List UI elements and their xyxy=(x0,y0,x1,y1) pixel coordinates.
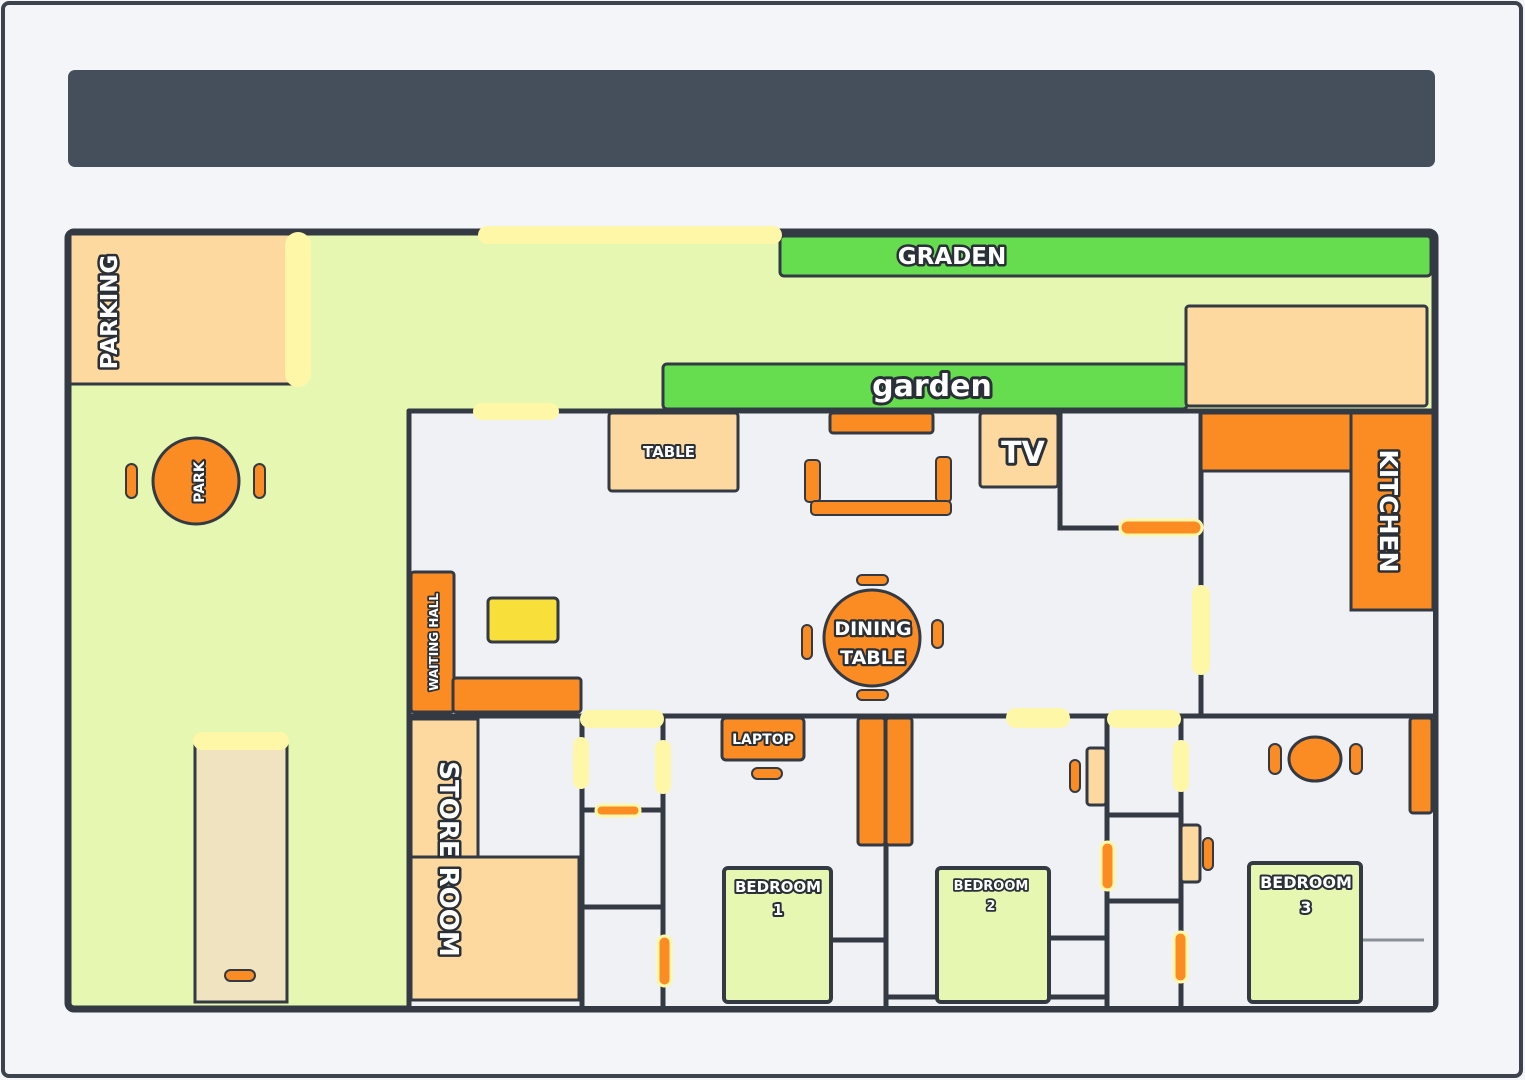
bedroom3-chair-left xyxy=(1268,743,1282,775)
store-room-label: STORE ROOM xyxy=(433,761,463,957)
graden-label: GRADEN xyxy=(898,244,1006,270)
bath-door-left[interactable] xyxy=(573,737,589,789)
dining-chair-bottom xyxy=(856,689,889,701)
driveway xyxy=(193,739,289,1004)
bedroom3-chair-right xyxy=(1349,743,1363,775)
wall-shelf xyxy=(828,411,935,435)
sofa-base xyxy=(810,500,952,516)
wardrobe-right xyxy=(884,716,914,847)
park-seat-left xyxy=(125,463,138,499)
yellow-chair xyxy=(486,596,560,644)
parking-label: PARKING xyxy=(97,255,123,370)
laptop-label: LAPTOP xyxy=(732,732,794,748)
graden-strip xyxy=(778,234,1433,278)
hall-door-1[interactable] xyxy=(580,710,664,728)
garden-label: garden xyxy=(872,369,992,404)
dining-table-label-2: TABLE xyxy=(840,647,906,669)
tv-label: TV xyxy=(1001,436,1045,471)
laptop-stool xyxy=(751,767,783,780)
bedroom2-door[interactable] xyxy=(1099,840,1116,892)
header-bar xyxy=(68,70,1435,167)
bedroom3-table xyxy=(1287,735,1343,783)
dining-chair-right xyxy=(931,619,944,649)
sofa-right-arm xyxy=(935,456,952,503)
bedroom3-label-2: 3 xyxy=(1300,898,1311,917)
sofa-left-arm xyxy=(804,459,821,503)
bath-door-bedroom3[interactable] xyxy=(1173,740,1189,792)
bedroom2-label-1: BEDROOM xyxy=(954,879,1029,894)
bedroom3-door[interactable] xyxy=(1172,930,1189,984)
bath-inner-door[interactable] xyxy=(594,803,642,818)
kitchen-counter-top xyxy=(1199,411,1355,473)
bedroom1-door[interactable] xyxy=(656,934,673,988)
tv-room-door[interactable] xyxy=(1118,518,1204,537)
wardrobe-left xyxy=(856,716,887,847)
dining-chair-left xyxy=(801,624,813,660)
front-door[interactable] xyxy=(473,403,559,420)
bedroom3-desk xyxy=(1179,823,1202,884)
driveway-marker xyxy=(224,969,256,982)
bedroom2-desk xyxy=(1085,746,1108,807)
waiting-hall-sofa xyxy=(451,676,583,714)
floor-plan: GRADEN garden PARKING PARK STORE ROOM WA… xyxy=(1,1,1523,1078)
bedroom3-cabinet xyxy=(1408,716,1434,815)
kitchen-label: KITCHEN xyxy=(1374,450,1403,573)
bedroom3-chair xyxy=(1202,837,1214,871)
hall-door-2[interactable] xyxy=(1006,708,1070,728)
bedroom2-chair xyxy=(1069,759,1081,793)
park-label: PARK xyxy=(192,460,208,503)
bedroom1-label-1: BEDROOM xyxy=(735,878,821,896)
waiting-hall-label: WAITING HALL xyxy=(427,593,441,691)
table-label: TABLE xyxy=(643,443,695,461)
bedroom3-label-1: BEDROOM xyxy=(1260,873,1352,892)
hall-door-3[interactable] xyxy=(1107,710,1181,728)
parking-gate[interactable] xyxy=(285,232,311,387)
park-seat-right xyxy=(253,463,266,499)
main-gate[interactable] xyxy=(478,226,782,244)
bedroom2-label-2: 2 xyxy=(986,899,995,914)
top-right-block xyxy=(1184,304,1429,408)
bath-door-right[interactable] xyxy=(655,740,671,794)
driveway-gate[interactable] xyxy=(193,732,289,750)
dining-table-label-1: DINING xyxy=(834,618,911,640)
dining-chair-top xyxy=(856,574,889,586)
kitchen-door[interactable] xyxy=(1192,585,1210,675)
bedroom1-label-2: 1 xyxy=(773,901,783,919)
